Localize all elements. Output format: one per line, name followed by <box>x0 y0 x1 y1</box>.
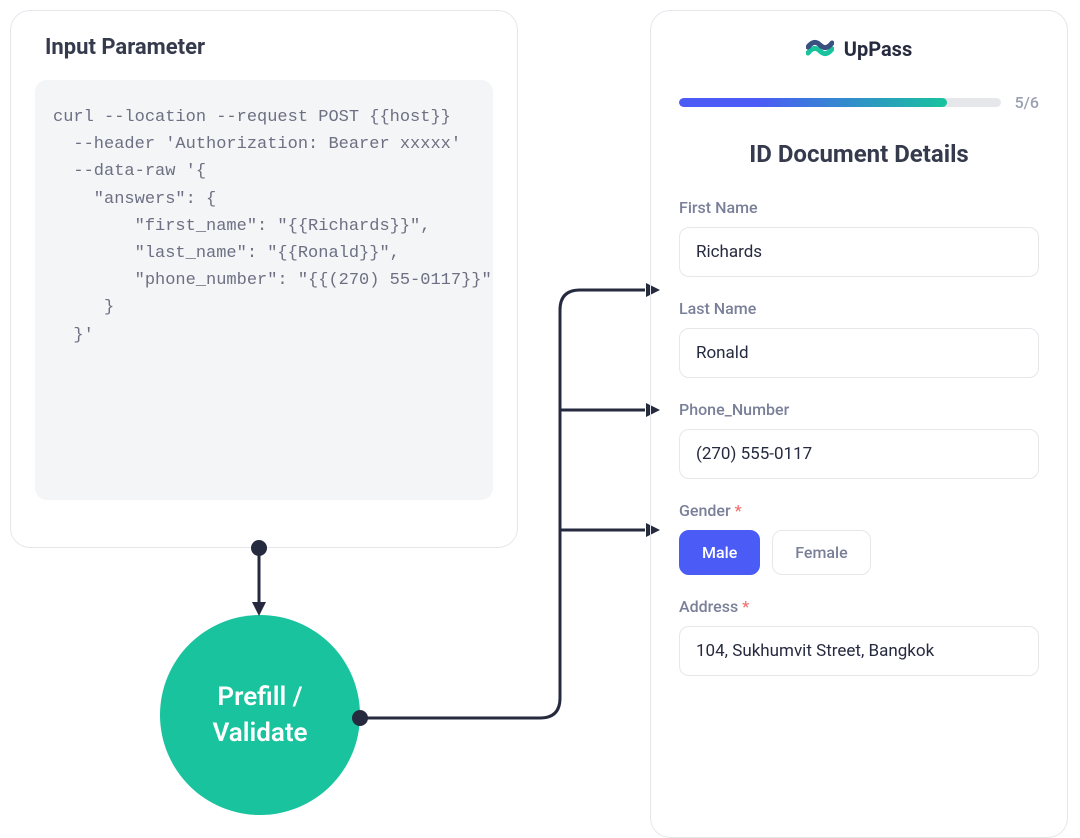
curl-code-block: curl --location --request POST {{host}} … <box>35 80 493 500</box>
circle-label: Prefill / Validate <box>212 679 307 752</box>
progress-bar <box>679 98 1001 107</box>
gender-label: Gender * <box>679 501 1039 520</box>
phone-number-group: Phone_Number <box>679 400 1039 479</box>
gender-option-male[interactable]: Male <box>679 530 760 575</box>
address-label-text: Address <box>679 597 738 616</box>
gender-required-marker: * <box>735 501 742 520</box>
address-input[interactable] <box>679 626 1039 676</box>
gender-label-text: Gender <box>679 501 731 520</box>
progress-row: 5/6 <box>679 93 1039 112</box>
phone-number-label: Phone_Number <box>679 400 1039 419</box>
input-panel-title: Input Parameter <box>45 35 493 60</box>
last-name-label: Last Name <box>679 299 1039 318</box>
first-name-group: First Name <box>679 198 1039 277</box>
form-title: ID Document Details <box>679 140 1039 168</box>
phone-number-input[interactable] <box>679 429 1039 479</box>
progress-fill <box>679 98 947 107</box>
progress-text: 5/6 <box>1015 93 1039 112</box>
logo-text: UpPass <box>844 37 912 61</box>
first-name-label: First Name <box>679 198 1039 217</box>
address-label: Address * <box>679 597 1039 616</box>
gender-group: Gender * Male Female <box>679 501 1039 575</box>
gender-option-female[interactable]: Female <box>772 530 870 575</box>
uppass-form-panel: UpPass 5/6 ID Document Details First Nam… <box>650 10 1068 838</box>
uppass-logo-icon <box>806 35 834 63</box>
logo-row: UpPass <box>679 35 1039 63</box>
last-name-group: Last Name <box>679 299 1039 378</box>
input-parameter-panel: Input Parameter curl --location --reques… <box>10 10 518 548</box>
address-required-marker: * <box>742 597 749 616</box>
first-name-input[interactable] <box>679 227 1039 277</box>
last-name-input[interactable] <box>679 328 1039 378</box>
address-group: Address * <box>679 597 1039 676</box>
gender-options: Male Female <box>679 530 1039 575</box>
prefill-validate-node: Prefill / Validate <box>160 615 360 815</box>
